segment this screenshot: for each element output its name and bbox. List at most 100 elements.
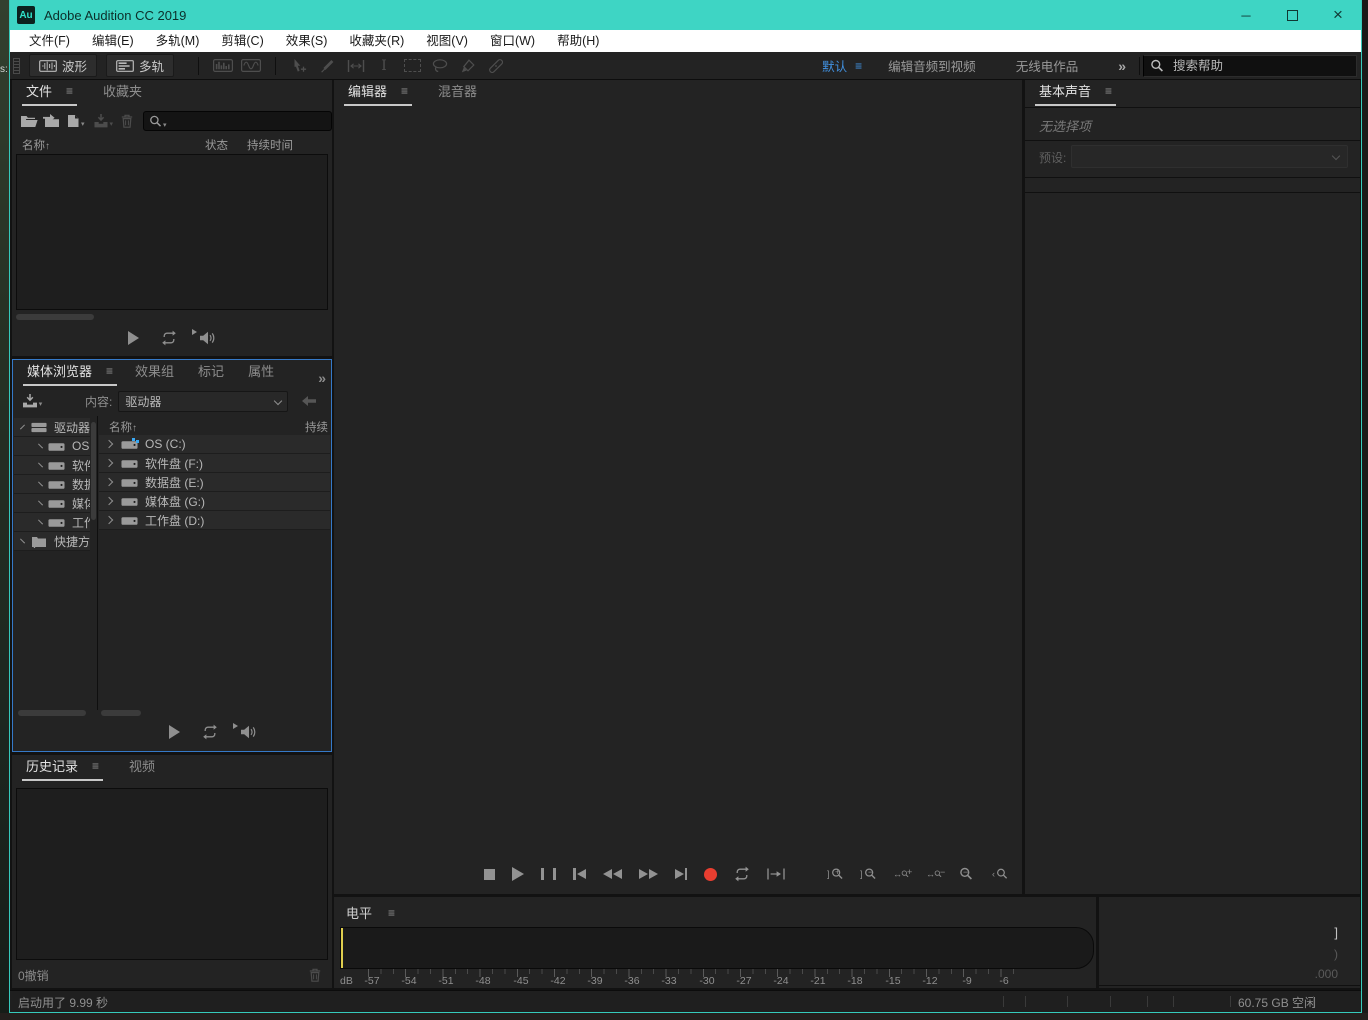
tree-item-drive[interactable]: 媒体盘 (G:) xyxy=(14,494,90,513)
drive-row[interactable]: 工作盘 (D:) xyxy=(99,511,330,530)
preview-loop-button[interactable] xyxy=(161,330,177,346)
tab-favorites[interactable]: 收藏夹 xyxy=(99,81,146,106)
pause-button[interactable] xyxy=(541,868,556,880)
tab-mixer[interactable]: 混音器 xyxy=(434,81,481,106)
media-import-button[interactable]: ▾ xyxy=(21,391,43,411)
play-button[interactable] xyxy=(512,867,524,881)
chevron-right-icon[interactable] xyxy=(20,539,25,544)
menu-item-favorites[interactable]: 收藏夹(R) xyxy=(338,30,415,52)
open-file-button[interactable] xyxy=(20,111,38,131)
workspace-edit-audio-to-video[interactable]: 编辑音频到视频 xyxy=(888,56,976,75)
loop-playback-button[interactable] xyxy=(734,866,750,882)
menu-item-window[interactable]: 窗口(W) xyxy=(479,30,546,52)
fast-forward-button[interactable] xyxy=(639,869,658,879)
pane-divider[interactable] xyxy=(97,416,98,710)
tab-history[interactable]: 历史记录≡ xyxy=(22,756,103,781)
tab-editor[interactable]: 编辑器≡ xyxy=(344,81,412,106)
zoom-in-time-button[interactable]: ↔+ xyxy=(893,866,909,882)
help-search-box[interactable] xyxy=(1143,55,1357,77)
chevron-right-icon[interactable] xyxy=(105,440,113,448)
menu-item-effects[interactable]: 效果(S) xyxy=(275,30,339,52)
drive-row[interactable]: 媒体盘 (G:) xyxy=(99,492,330,511)
zoom-out-time-button[interactable]: ↔− xyxy=(926,866,942,882)
column-header-status[interactable]: 状态 xyxy=(205,137,228,153)
workspace-default[interactable]: 默认 xyxy=(822,56,847,75)
chevron-right-icon[interactable] xyxy=(38,463,43,468)
preview-loop-button[interactable] xyxy=(202,724,218,740)
multitrack-view-button[interactable]: 多轨 xyxy=(106,54,174,77)
record-button[interactable] xyxy=(704,868,717,881)
tab-markers[interactable]: 标记 xyxy=(194,361,228,386)
column-header-name[interactable]: 名称↑ xyxy=(109,419,137,435)
zoom-out-full-button[interactable]: − xyxy=(959,866,975,882)
move-to-previous-button[interactable] xyxy=(573,868,586,880)
tree-item-drive[interactable]: 数据盘 (E:) xyxy=(14,475,90,494)
menu-item-view[interactable]: 视图(V) xyxy=(415,30,479,52)
chevron-right-icon[interactable] xyxy=(105,497,113,505)
tab-effects-rack[interactable]: 效果组 xyxy=(131,361,178,386)
drive-row[interactable]: 数据盘 (E:) xyxy=(99,473,330,492)
chevron-right-icon[interactable] xyxy=(38,501,43,506)
tab-files[interactable]: 文件≡ xyxy=(22,81,77,106)
tab-properties[interactable]: 属性 xyxy=(244,361,278,386)
stop-button[interactable] xyxy=(484,869,495,880)
panel-menu-icon[interactable]: ≡ xyxy=(92,759,99,773)
menu-item-clip[interactable]: 剪辑(C) xyxy=(210,30,274,52)
column-header-name[interactable]: 名称↑ xyxy=(22,137,50,153)
panel-menu-icon[interactable]: ≡ xyxy=(1105,84,1112,98)
list-horizontal-scrollbar[interactable] xyxy=(101,710,141,716)
preview-play-button[interactable] xyxy=(169,725,180,739)
panel-menu-icon[interactable]: ≡ xyxy=(401,84,408,98)
drive-row[interactable]: OS (C:) xyxy=(99,435,330,454)
tab-video[interactable]: 视频 xyxy=(125,756,159,781)
files-horizontal-scrollbar[interactable] xyxy=(16,314,94,320)
workspace-menu-icon[interactable]: ≡ xyxy=(855,59,862,73)
maximize-button[interactable] xyxy=(1269,0,1315,30)
toolbar-grip-handle[interactable] xyxy=(13,58,20,74)
column-header-duration[interactable]: 持续 xyxy=(305,419,328,435)
panel-menu-icon[interactable]: ≡ xyxy=(388,906,395,920)
tree-item-drive[interactable]: OS (C:) xyxy=(14,437,90,456)
chevron-right-icon[interactable] xyxy=(38,444,43,449)
tree-item-drive[interactable]: 软件盘 (F:) xyxy=(14,456,90,475)
history-list-area[interactable] xyxy=(16,788,328,960)
chevron-right-icon[interactable] xyxy=(38,520,43,525)
close-button[interactable]: × xyxy=(1315,0,1361,30)
rewind-button[interactable] xyxy=(603,869,622,879)
menu-item-file[interactable]: 文件(F) xyxy=(18,30,81,52)
zoom-in-amplitude-button[interactable]: ]+ xyxy=(827,866,843,882)
zoom-to-in-point-button[interactable]: ‹ xyxy=(992,866,1008,882)
tab-media-browser[interactable]: 媒体浏览器≡ xyxy=(23,361,117,386)
chevron-right-icon[interactable] xyxy=(38,482,43,487)
chevron-right-icon[interactable] xyxy=(105,478,113,486)
tab-essential-sound[interactable]: 基本声音≡ xyxy=(1035,81,1116,106)
panel-menu-icon[interactable]: ≡ xyxy=(66,84,73,98)
drive-row[interactable]: 软件盘 (F:) xyxy=(99,454,330,473)
preview-play-button[interactable] xyxy=(128,331,139,345)
editor-content-area[interactable] xyxy=(334,107,1022,854)
menu-item-help[interactable]: 帮助(H) xyxy=(546,30,610,52)
files-search-input[interactable] xyxy=(167,113,326,129)
tree-item-shortcuts[interactable]: 快捷方式 xyxy=(14,532,90,551)
tab-overflow-icon[interactable]: » xyxy=(318,370,325,386)
menu-item-multitrack[interactable]: 多轨(M) xyxy=(145,30,211,52)
files-search-box[interactable]: ▾ xyxy=(143,111,332,131)
auto-play-button[interactable] xyxy=(240,725,258,739)
content-dropdown[interactable]: 驱动器 xyxy=(118,391,288,412)
waveform-view-button[interactable]: 波形 xyxy=(29,54,97,77)
column-header-duration[interactable]: 持续时间 xyxy=(247,137,293,153)
move-to-next-button[interactable] xyxy=(675,868,688,880)
help-search-input[interactable] xyxy=(1171,58,1350,74)
minimize-button[interactable]: ─ xyxy=(1223,0,1269,30)
tree-item-drives[interactable]: 驱动器 xyxy=(14,418,90,437)
chevron-down-icon[interactable] xyxy=(20,425,25,430)
files-list-area[interactable] xyxy=(16,154,328,310)
skip-selection-button[interactable] xyxy=(767,868,785,880)
tree-vertical-scrollbar[interactable] xyxy=(91,422,96,520)
tree-item-drive[interactable]: 工作盘 (D:) xyxy=(14,513,90,532)
panel-menu-icon[interactable]: ≡ xyxy=(106,364,113,378)
zoom-out-amplitude-button[interactable]: ]− xyxy=(860,866,876,882)
workspace-radio-production[interactable]: 无线电作品 xyxy=(1016,56,1079,75)
auto-play-button[interactable] xyxy=(199,331,217,345)
tree-horizontal-scrollbar[interactable] xyxy=(18,710,86,716)
